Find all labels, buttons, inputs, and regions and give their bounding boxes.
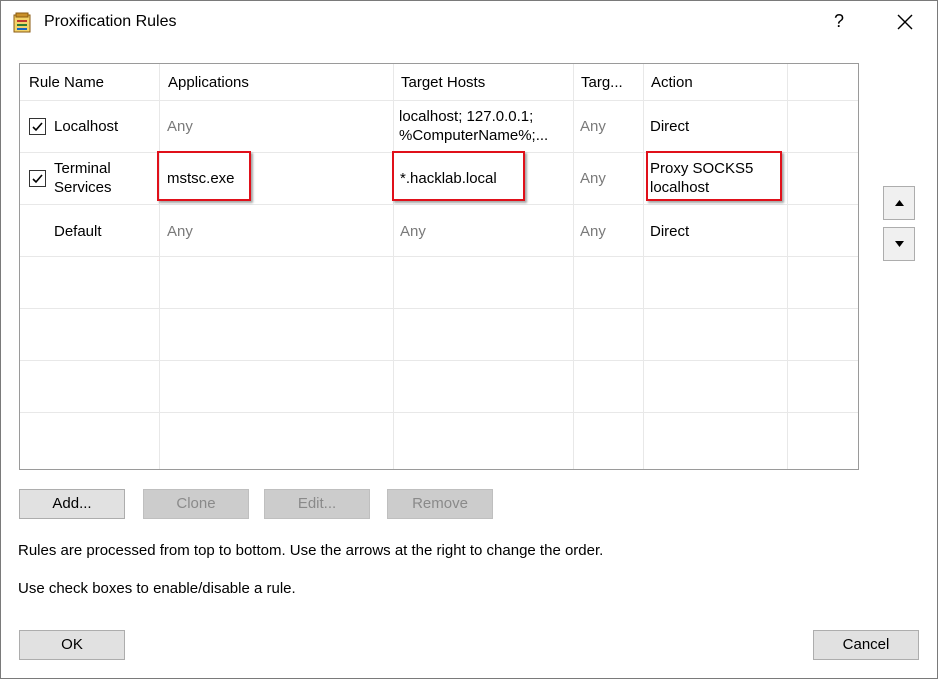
title-bar: Proxification Rules ? bbox=[1, 1, 937, 45]
rule-enabled-checkbox[interactable] bbox=[29, 118, 46, 135]
column-header-applications[interactable]: Applications bbox=[168, 74, 249, 91]
column-header-rule-name[interactable]: Rule Name bbox=[29, 74, 104, 91]
window-title: Proxification Rules bbox=[44, 13, 177, 30]
rule-target-hosts: localhost; 127.0.0.1; bbox=[399, 108, 534, 125]
rule-applications: Any bbox=[167, 223, 193, 240]
clone-button[interactable]: Clone bbox=[143, 489, 249, 519]
info-checkbox-text: Use check boxes to enable/disable a rule… bbox=[18, 580, 296, 597]
move-up-button[interactable] bbox=[883, 186, 915, 220]
rule-target-ports: Any bbox=[580, 170, 606, 187]
column-header-target-hosts[interactable]: Target Hosts bbox=[401, 74, 485, 91]
rule-action: Direct bbox=[650, 223, 690, 240]
column-header-target-ports[interactable]: Targ... bbox=[581, 74, 623, 91]
info-order-text: Rules are processed from top to bottom. … bbox=[18, 542, 604, 559]
rule-enabled-checkbox[interactable] bbox=[29, 170, 46, 187]
proxification-rules-dialog: Proxification Rules ? Rule Name Applicat… bbox=[0, 0, 938, 679]
highlight-box-action bbox=[646, 151, 782, 201]
rule-target-ports: Any bbox=[580, 223, 606, 240]
ok-button[interactable]: OK bbox=[19, 630, 125, 660]
help-button[interactable]: ? bbox=[827, 11, 851, 35]
remove-button[interactable]: Remove bbox=[387, 489, 493, 519]
edit-button[interactable]: Edit... bbox=[264, 489, 370, 519]
rules-table[interactable]: Rule Name Applications Target Hosts Targ… bbox=[19, 63, 859, 470]
proxifier-rules-icon bbox=[12, 12, 32, 34]
checkmark-icon bbox=[32, 174, 43, 184]
rule-applications: Any bbox=[167, 118, 193, 135]
rule-action: Direct bbox=[650, 118, 690, 135]
highlight-box-applications bbox=[157, 151, 251, 201]
checkmark-icon bbox=[32, 122, 43, 132]
rule-target-hosts-line2: %ComputerName%;... bbox=[399, 127, 549, 144]
highlight-box-target-hosts bbox=[392, 151, 525, 201]
rule-name-line2: Services bbox=[54, 179, 112, 196]
rule-target-hosts: Any bbox=[400, 223, 426, 240]
rule-target-ports: Any bbox=[580, 118, 606, 135]
move-down-button[interactable] bbox=[883, 227, 915, 261]
cancel-button[interactable]: Cancel bbox=[813, 630, 919, 660]
rule-name: Default bbox=[54, 223, 102, 240]
rule-name: Localhost bbox=[54, 118, 119, 135]
rule-name: Terminal bbox=[54, 160, 111, 177]
arrow-down-icon bbox=[895, 241, 904, 247]
close-icon[interactable] bbox=[892, 9, 918, 35]
column-header-action[interactable]: Action bbox=[651, 74, 693, 91]
arrow-up-icon bbox=[895, 200, 904, 206]
add-button[interactable]: Add... bbox=[19, 489, 125, 519]
